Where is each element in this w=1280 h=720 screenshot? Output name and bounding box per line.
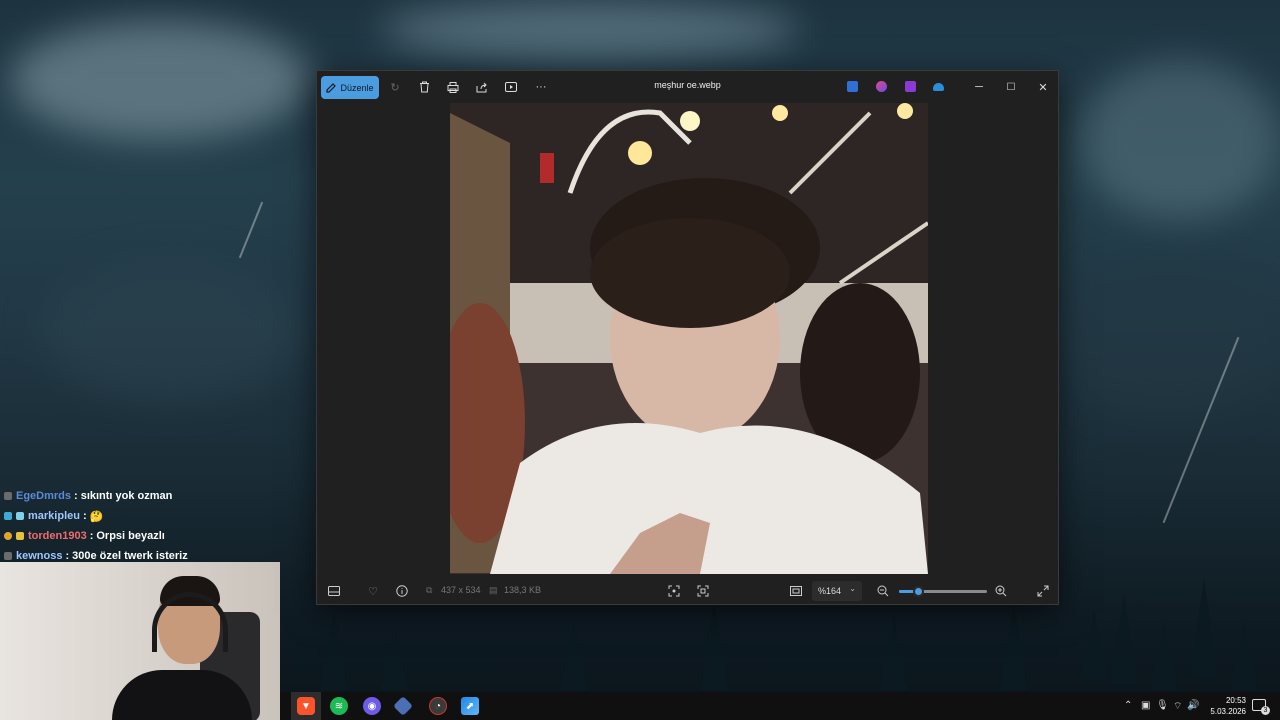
network-monitor-icon[interactable]: ▣ — [1141, 700, 1150, 711]
edit-button-label: Düzenle — [340, 82, 374, 93]
tool-icon[interactable] — [393, 696, 413, 716]
title-bar[interactable]: Düzenle ↻ ··· meşhur oe.webp ─ ☐ ✕ — [317, 71, 1058, 103]
spotify-icon[interactable]: ≋ — [330, 697, 348, 715]
maximize-button[interactable]: ☐ — [996, 77, 1026, 97]
chevron-up-icon[interactable]: ⌃ — [1124, 700, 1132, 711]
chat-username: markipleu — [28, 510, 80, 522]
chevron-down-icon: ⌄ — [849, 584, 856, 593]
file-size-icon: ▤ — [489, 585, 498, 595]
chat-separator: : — [89, 530, 94, 542]
zoom-level-value: %164 — [818, 586, 842, 596]
share-icon[interactable] — [474, 79, 490, 95]
minimize-button[interactable]: ─ — [964, 77, 994, 97]
close-button[interactable]: ✕ — [1028, 77, 1058, 97]
edit-icon — [326, 82, 337, 93]
photos-icon[interactable]: ⬈ — [461, 697, 479, 715]
photo-viewer-image[interactable] — [450, 103, 928, 574]
chat-text: 300e özel twerk isteriz — [72, 550, 188, 562]
zoom-slider-thumb[interactable] — [913, 586, 925, 597]
wifi-icon[interactable]: ⌔ — [1173, 700, 1182, 713]
chat-message: markipleu : 🤔 — [4, 506, 280, 526]
filmstrip-icon[interactable] — [326, 583, 342, 599]
zoom-level-dropdown[interactable]: %164 ⌄ — [812, 581, 862, 601]
chat-separator: : — [74, 490, 78, 502]
system-clock[interactable]: 20:53 5.03.2026 — [1202, 695, 1246, 717]
chat-badge-icon — [4, 512, 12, 520]
image-dimensions: 437 x 534 — [441, 585, 481, 595]
slideshow-icon[interactable] — [503, 79, 519, 95]
zoom-out-icon[interactable] — [875, 583, 891, 599]
delete-icon[interactable] — [416, 79, 432, 95]
onedrive-icon[interactable] — [933, 83, 944, 91]
fit-to-window-icon[interactable] — [788, 583, 804, 599]
print-icon[interactable] — [445, 79, 461, 95]
file-size: 138,3 KB — [504, 585, 542, 595]
chat-message: torden1903 : Orpsi beyazlı — [4, 526, 280, 546]
taskbar: ▼ ≋ ◉ ◔ ⬈ ⌃ ▣ 🎙 ⌔ 🔊 20:53 5.03.2026 3 — [280, 692, 1280, 720]
chat-text: Orpsi beyazlı — [96, 530, 165, 542]
stream-chat: EgeDmrds : sıkıntı yok ozman markipleu :… — [4, 486, 280, 566]
favorite-icon[interactable]: ♡ — [365, 583, 381, 599]
info-icon[interactable] — [394, 583, 410, 599]
notification-count: 3 — [1261, 706, 1270, 715]
edit-button[interactable]: Düzenle — [321, 76, 379, 99]
photo-editor-icon[interactable] — [847, 81, 858, 92]
fullscreen-icon[interactable] — [1035, 583, 1051, 599]
chat-separator: : — [65, 550, 70, 562]
zoom-in-icon[interactable] — [993, 583, 1009, 599]
visual-search-icon[interactable] — [695, 583, 711, 599]
chat-badge-icon — [4, 492, 12, 500]
more-icon[interactable]: ··· — [533, 79, 549, 95]
chat-username: EgeDmrds — [16, 490, 72, 502]
dimensions-icon: ⧉ — [426, 585, 433, 595]
zoom-slider[interactable] — [899, 586, 987, 597]
chat-badge-icon — [4, 552, 12, 560]
photo-content — [450, 103, 928, 574]
clock-time: 20:53 — [1225, 696, 1246, 705]
bottom-bar: ♡ ⧉ 437 x 534 ▤ 138,3 KB %164 ⌄ — [317, 576, 1058, 606]
chat-message: EgeDmrds : sıkıntı yok ozman — [4, 486, 280, 506]
obs-icon[interactable]: ◔ — [429, 697, 447, 715]
volume-icon[interactable]: 🔊 — [1187, 700, 1199, 711]
rotate-icon[interactable]: ↻ — [387, 79, 403, 95]
chat-username: torden1903 — [28, 530, 87, 542]
chat-badge-icon — [16, 512, 24, 520]
clock-date: 5.03.2026 — [1210, 707, 1246, 716]
notification-icon[interactable]: 3 — [1252, 699, 1270, 715]
discord-icon[interactable]: ◉ — [363, 697, 381, 715]
chat-separator: : — [82, 510, 87, 522]
copilot-icon[interactable] — [876, 81, 887, 92]
chat-badge-icon — [4, 532, 12, 540]
clipchamp-icon[interactable] — [905, 81, 916, 92]
crop-icon[interactable] — [666, 583, 682, 599]
chat-username: kewnoss — [16, 550, 63, 562]
webcam-feed — [0, 562, 280, 720]
photos-window: Düzenle ↻ ··· meşhur oe.webp ─ ☐ ✕ ♡ ⧉ 4… — [316, 70, 1059, 605]
chat-badge-icon — [16, 532, 24, 540]
brave-icon[interactable]: ▼ — [297, 697, 315, 715]
microphone-icon[interactable]: 🎙 — [1156, 700, 1169, 711]
chat-text: 🤔 — [89, 510, 104, 523]
chat-text: sıkıntı yok ozman — [80, 490, 173, 502]
